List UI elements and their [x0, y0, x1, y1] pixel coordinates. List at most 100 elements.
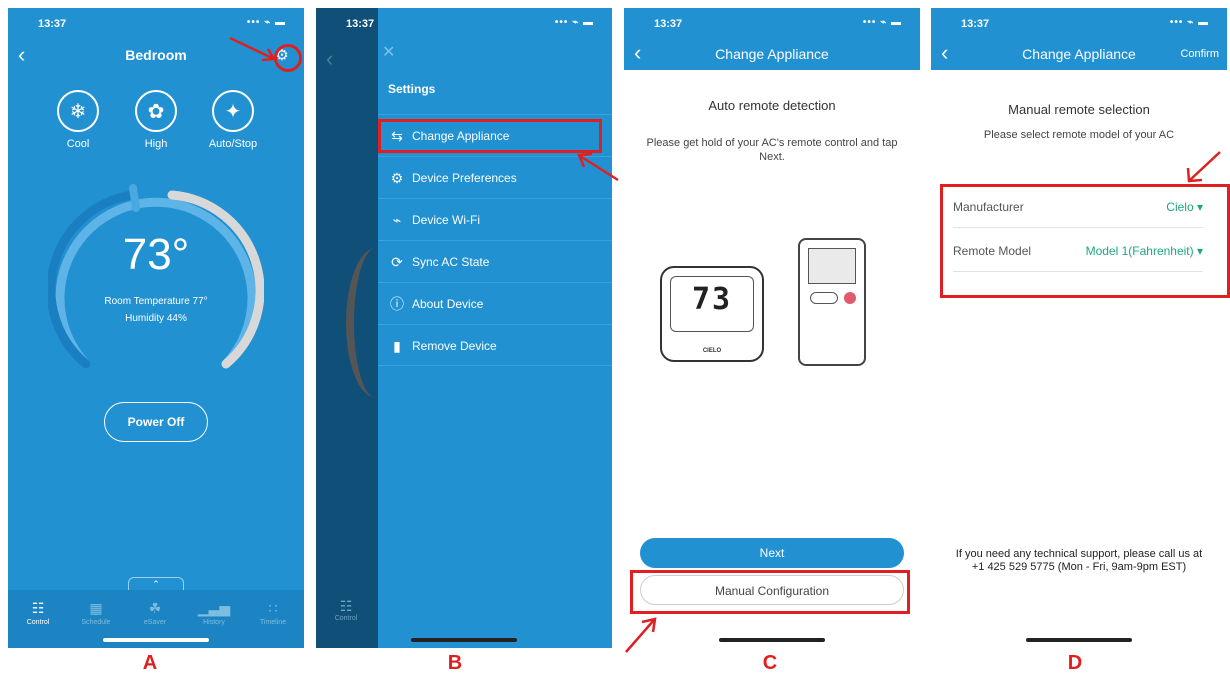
remote-model-row[interactable]: Remote Model Model 1(Fahrenheit) ▾ [953, 230, 1203, 272]
room-temperature: Room Temperature 77° [104, 296, 208, 307]
info-icon: ⓘ [390, 296, 404, 312]
dial-handle[interactable] [129, 184, 140, 212]
mode-label: Auto/Stop [208, 138, 258, 150]
next-button[interactable]: Next [640, 538, 904, 568]
support-text: If you need any technical support, pleas… [955, 548, 1203, 573]
page-title: Change Appliance [715, 46, 829, 62]
section-heading: Manual remote selection [1008, 102, 1150, 117]
home-indicator [411, 638, 517, 642]
tab-schedule[interactable]: ▦ Schedule [71, 600, 121, 626]
chevron-up-icon[interactable]: ⌃ [128, 577, 184, 591]
tab-label: Control [26, 619, 50, 626]
status-bar: 13:37 ••• ⌁ ▬ [8, 8, 304, 38]
menu-device-wifi[interactable]: ⌁ Device Wi-Fi [378, 198, 612, 240]
sliders-icon: ☷ [339, 598, 353, 614]
tab-label: Schedule [81, 619, 111, 626]
remote-screen [808, 248, 856, 284]
menu-label: About Device [412, 297, 484, 311]
panel-a-control-screen: 13:37 ••• ⌁ ▬ ‹ Bedroom ⚙ ❄ Cool ✿ High … [8, 8, 304, 648]
menu-label: Sync AC State [412, 255, 490, 269]
power-off-button[interactable]: Power Off [104, 402, 208, 442]
panel-d-manual-selection: 13:37 ••• ⌁ ▬ ‹ Change Appliance Confirm… [931, 8, 1227, 648]
manufacturer-label: Manufacturer [953, 200, 1024, 214]
annotation-arrow [229, 36, 277, 62]
panel-label-d: D [1067, 652, 1083, 674]
tab-esaver[interactable]: ☘ eSaver [130, 600, 180, 626]
home-indicator [103, 638, 209, 642]
calendar-icon: ▦ [89, 600, 103, 616]
tab-control[interactable]: ☷ Control [13, 600, 63, 626]
panel-c-auto-detection: 13:37 ••• ⌁ ▬ ‹ Change Appliance Auto re… [624, 8, 920, 648]
nav-bar: 13:37 ••• ⌁ ▬ ‹ Change Appliance [624, 8, 920, 70]
fan-icon: ✿ [135, 90, 177, 132]
power-icon [844, 292, 856, 304]
status-time: 13:37 [38, 18, 67, 30]
sync-icon: ⟳ [391, 254, 403, 270]
temperature-dial[interactable] [48, 180, 264, 396]
setpoint-temperature: 73° [122, 230, 190, 279]
panel-label-b: B [447, 652, 463, 674]
back-arrow-icon: ‹ [326, 46, 334, 71]
swing-icon: ✦ [212, 90, 254, 132]
mode-label: High [144, 138, 168, 150]
swing-button[interactable]: ✦ Auto/Stop [205, 90, 261, 150]
swap-arrows-icon: ⇆ [391, 128, 403, 144]
menu-label: Remove Device [412, 339, 497, 353]
tab-history[interactable]: ▁▃▅ History [189, 600, 239, 626]
panel-b-settings-drawer: 13:37 ••• ⌁ ▬ ‹ ✕ Settings ⇆ Change Appli… [316, 8, 612, 648]
status-time: 13:37 [961, 18, 990, 30]
manufacturer-row[interactable]: Manufacturer Cielo ▾ [953, 186, 1203, 228]
humidity: Humidity 44% [125, 313, 187, 324]
status-bar: 13:37 ••• ⌁ ▬ [931, 8, 1227, 38]
tab-label: History [203, 619, 225, 626]
settings-heading: Settings [388, 82, 436, 96]
tab-timeline[interactable]: ∷ Timeline [248, 600, 298, 626]
back-arrow-icon[interactable]: ‹ [18, 38, 25, 72]
status-time: 13:37 [654, 18, 683, 30]
bar-chart-icon: ▁▃▅ [197, 600, 231, 616]
panel-label-a: A [142, 652, 158, 674]
thermostat-illustration: 73 CIELO [660, 266, 764, 362]
tab-control: ☷ Control [326, 598, 366, 622]
home-indicator [719, 638, 825, 642]
gears-icon: ⚙ [390, 170, 404, 186]
trash-icon: ▮ [393, 338, 401, 354]
thermostat-display: 73 [691, 282, 733, 317]
remote-model-select[interactable]: Model 1(Fahrenheit) ▾ [1086, 230, 1203, 272]
menu-sync-ac-state[interactable]: ⟳ Sync AC State [378, 240, 612, 282]
annotation-arrow [625, 617, 657, 653]
manual-configuration-button[interactable]: Manual Configuration [640, 575, 904, 605]
nav-bar: 13:37 ••• ⌁ ▬ ‹ Change Appliance Confirm [931, 8, 1227, 70]
tab-label: Timeline [259, 619, 287, 626]
dial-track [55, 197, 257, 369]
leaf-icon: ☘ [148, 600, 162, 616]
tab-label: Control [334, 615, 358, 622]
section-heading: Auto remote detection [708, 98, 836, 113]
confirm-button[interactable]: Confirm [1180, 48, 1219, 60]
sliders-icon: ☷ [31, 600, 45, 616]
remote-model-label: Remote Model [953, 244, 1032, 258]
annotation-arrow [577, 152, 619, 182]
manufacturer-select[interactable]: Cielo ▾ [1166, 186, 1203, 228]
menu-remove-device[interactable]: ▮ Remove Device [378, 324, 612, 366]
status-icons: ••• ⌁ ▬ [554, 17, 594, 28]
remote-illustration [798, 238, 866, 366]
instructions: Please get hold of your AC's remote cont… [646, 137, 898, 163]
mode-cool-button[interactable]: ❄ Cool [50, 90, 106, 150]
menu-label: Change Appliance [412, 129, 510, 143]
close-icon[interactable]: ✕ [382, 42, 395, 62]
snowflake-icon: ❄ [57, 90, 99, 132]
status-icons: ••• ⌁ ▬ [1169, 17, 1209, 28]
remote-buttons [810, 292, 838, 304]
status-icons: ••• ⌁ ▬ [862, 17, 902, 28]
mode-label: Cool [66, 138, 90, 150]
timeline-icon: ∷ [268, 600, 278, 616]
section-subheading: Please select remote model of your AC [983, 129, 1175, 141]
panel-label-c: C [762, 652, 778, 674]
menu-about-device[interactable]: ⓘ About Device [378, 282, 612, 324]
menu-label: Device Wi-Fi [412, 213, 480, 227]
status-time: 13:37 [346, 18, 375, 30]
fan-speed-button[interactable]: ✿ High [128, 90, 184, 150]
thermostat-brand: CIELO [702, 348, 722, 354]
page-title: Bedroom [125, 47, 187, 63]
